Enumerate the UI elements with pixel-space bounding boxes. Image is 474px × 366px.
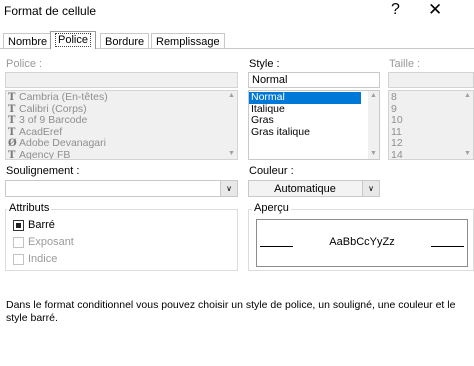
scroll-down-icon[interactable]: ▼ bbox=[462, 149, 473, 159]
style-label: Style : bbox=[249, 58, 280, 70]
size-list-scrollbar[interactable]: ▲ ▼ bbox=[462, 91, 473, 159]
size-input[interactable] bbox=[388, 72, 474, 88]
checkbox-indeterminate-icon bbox=[13, 219, 24, 231]
checkbox-icon bbox=[13, 236, 24, 248]
subscript-checkbox[interactable]: Indice bbox=[13, 253, 57, 265]
size-list-item[interactable]: 10 bbox=[389, 114, 473, 127]
truetype-icon: T bbox=[8, 115, 16, 126]
color-label: Couleur : bbox=[249, 165, 294, 177]
attributes-label: Attributs bbox=[7, 202, 52, 214]
preview-box: AaBbCcYyZz bbox=[256, 219, 468, 267]
description-text: Dans le format conditionnel vous pouvez … bbox=[6, 299, 456, 324]
tab-bordure[interactable]: Bordure bbox=[100, 33, 150, 49]
style-list-item[interactable]: Gras bbox=[249, 114, 379, 127]
font-list-scrollbar[interactable]: ▲ ▼ bbox=[226, 91, 237, 159]
style-list[interactable]: Normal Italique Gras Gras italique ▲ ▼ bbox=[248, 90, 380, 160]
truetype-icon: T bbox=[8, 92, 16, 103]
opentype-icon: Ø bbox=[8, 138, 17, 149]
style-list-scrollbar[interactable]: ▲ ▼ bbox=[368, 91, 379, 159]
title-bar: Format de cellule ? ✕ bbox=[0, 0, 474, 26]
truetype-icon: T bbox=[8, 103, 16, 115]
help-button[interactable]: ? bbox=[391, 1, 400, 19]
size-list-item[interactable]: 14 bbox=[389, 149, 473, 159]
window-title: Format de cellule bbox=[4, 4, 97, 18]
scroll-up-icon[interactable]: ▲ bbox=[462, 91, 473, 101]
subscript-label: Indice bbox=[28, 253, 58, 266]
strikethrough-checkbox[interactable]: Barré bbox=[13, 219, 55, 231]
scroll-up-icon[interactable]: ▲ bbox=[226, 91, 237, 101]
superscript-checkbox[interactable]: Exposant bbox=[13, 236, 74, 248]
strikethrough-label: Barré bbox=[28, 219, 55, 232]
chevron-down-icon[interactable]: ∨ bbox=[362, 181, 379, 196]
preview-label: Aperçu bbox=[252, 202, 291, 214]
size-list-item[interactable]: 8 bbox=[389, 91, 473, 104]
underline-dropdown[interactable]: ∨ bbox=[5, 180, 238, 197]
chevron-down-icon[interactable]: ∨ bbox=[220, 181, 237, 196]
size-label: Taille : bbox=[389, 58, 421, 70]
font-list[interactable]: T Cambria (En-têtes) T Calibri (Corps) T3 … bbox=[5, 90, 238, 160]
style-list-item[interactable]: Gras italique bbox=[249, 126, 379, 139]
tab-police[interactable]: Police bbox=[50, 31, 96, 49]
size-list[interactable]: 8 9 10 11 12 14 ▲ ▼ bbox=[388, 90, 474, 160]
color-dropdown[interactable]: Automatique ∨ bbox=[248, 180, 380, 197]
tab-nombre[interactable]: Nombre bbox=[3, 33, 53, 49]
preview-line-right bbox=[431, 246, 464, 247]
tab-remplissage[interactable]: Remplissage bbox=[151, 33, 225, 49]
close-button[interactable]: ✕ bbox=[428, 0, 442, 20]
font-list-item[interactable]: T Agency FB bbox=[6, 149, 237, 160]
style-input[interactable]: Normal bbox=[248, 72, 380, 88]
checkbox-icon bbox=[13, 253, 24, 265]
size-list-item[interactable]: 12 bbox=[389, 137, 473, 150]
truetype-icon: T bbox=[8, 149, 16, 160]
color-value: Automatique bbox=[274, 183, 336, 195]
underline-label: Soulignement : bbox=[6, 165, 80, 177]
style-list-item[interactable]: Normal bbox=[249, 91, 361, 104]
superscript-label: Exposant bbox=[28, 236, 74, 249]
scroll-up-icon[interactable]: ▲ bbox=[368, 91, 379, 101]
font-label: Police : bbox=[6, 58, 43, 70]
font-input[interactable] bbox=[5, 72, 238, 88]
scroll-down-icon[interactable]: ▼ bbox=[368, 149, 379, 159]
truetype-icon: T bbox=[8, 126, 16, 138]
scroll-down-icon[interactable]: ▼ bbox=[226, 149, 237, 159]
tab-police-label: Police bbox=[55, 33, 91, 47]
